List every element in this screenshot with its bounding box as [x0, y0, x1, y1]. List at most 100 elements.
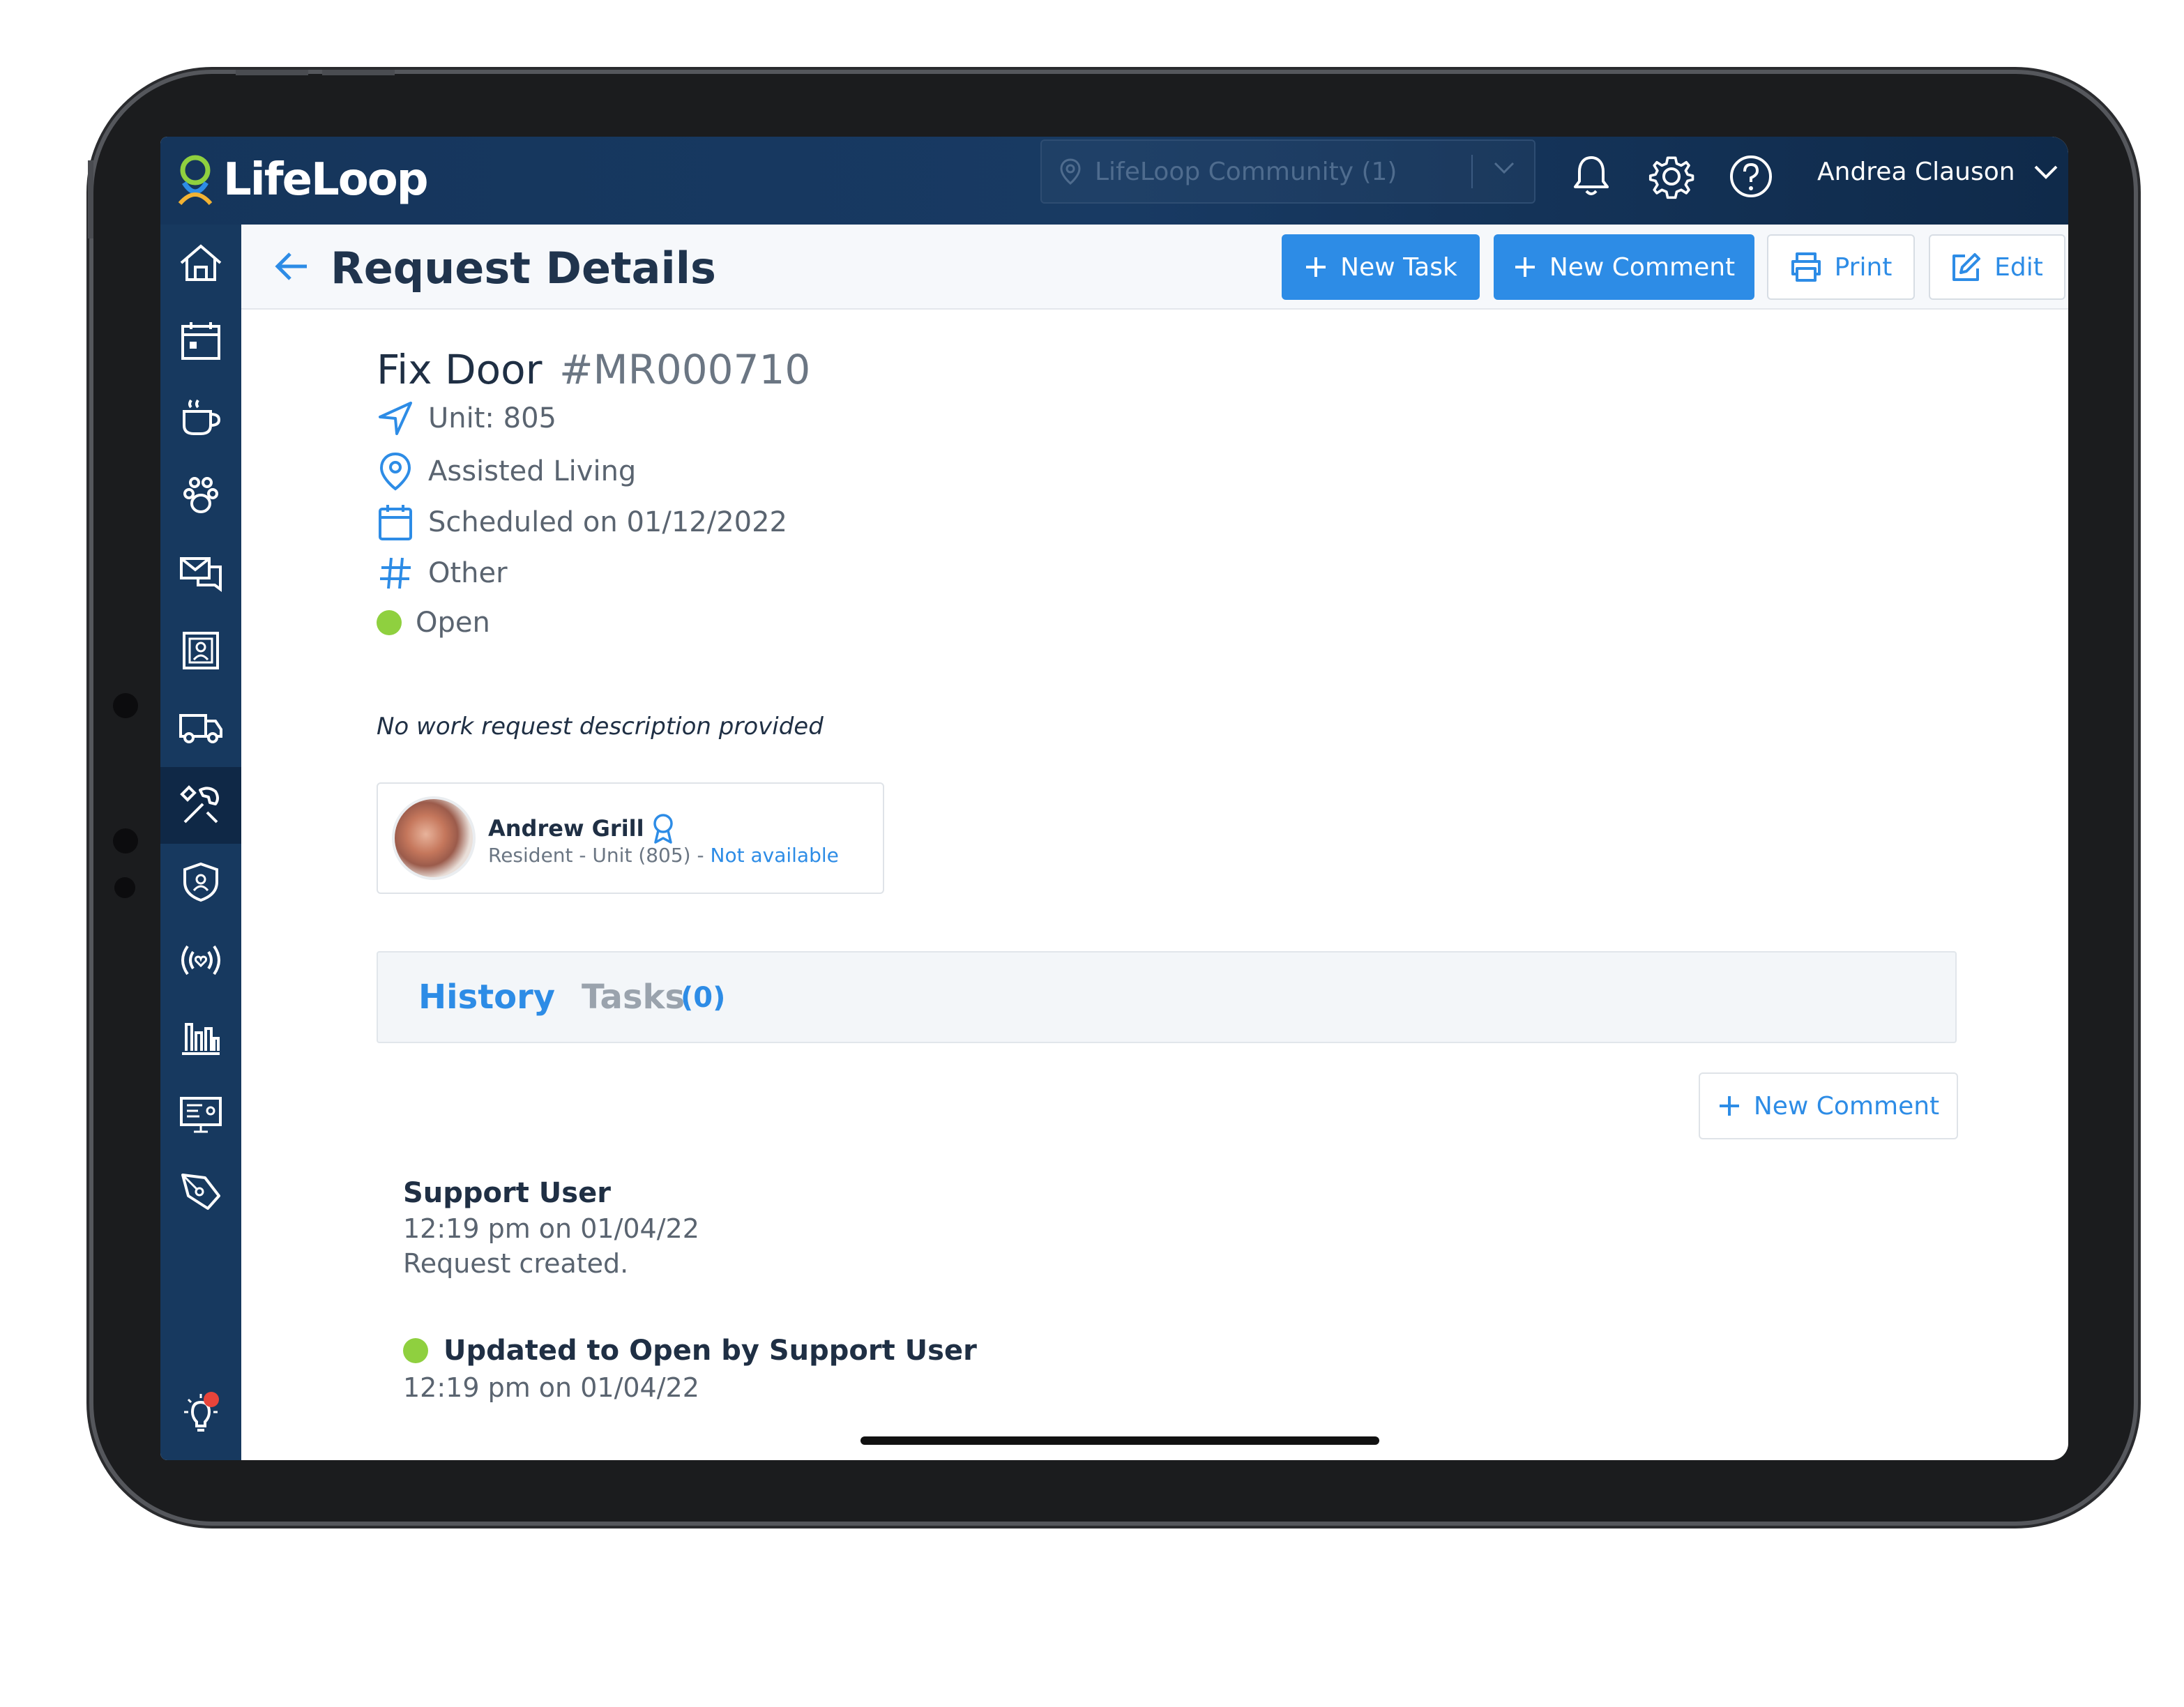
request-status: Open — [377, 607, 490, 639]
request-content: Fix Door #MR000710 Unit: 805 Assisted Li… — [241, 308, 2068, 1460]
plus-icon — [1306, 257, 1326, 277]
tablet-camera-1 — [113, 693, 138, 718]
request-unit: Unit: 805 — [377, 400, 556, 437]
resident-name-text: Andrew Grill — [488, 815, 644, 842]
calendar-icon — [379, 505, 412, 540]
top-bar: LifeLoop LifeLoop Community (1) Andrea C… — [160, 137, 2068, 225]
page-title: Request Details — [331, 243, 716, 294]
sidebar-item-forms[interactable] — [160, 1153, 241, 1230]
sidebar-item-pets[interactable] — [160, 457, 241, 534]
new-comment-button[interactable]: New Comment — [1494, 234, 1754, 300]
signage-icon — [180, 1097, 222, 1133]
gear-icon[interactable] — [1648, 152, 1694, 201]
sidebar-item-dining[interactable] — [160, 379, 241, 456]
community-selector-text: LifeLoop Community (1) — [1095, 157, 1397, 186]
status-open-dot — [403, 1338, 428, 1363]
request-name: Fix Door — [377, 346, 543, 393]
community-selector-divider — [1471, 155, 1473, 188]
bell-icon[interactable] — [1570, 152, 1612, 201]
tablet-camera-2 — [113, 828, 138, 854]
request-id: #MR000710 — [559, 346, 811, 393]
resident-card[interactable]: Andrew Grill Resident - Unit (805) - Not… — [377, 782, 884, 894]
request-unit-text: Unit: 805 — [428, 402, 556, 434]
location-pin-icon — [379, 452, 411, 491]
edit-button[interactable]: Edit — [1929, 234, 2065, 300]
award-ribbon-icon — [653, 814, 673, 844]
lifeloop-logo-icon — [178, 155, 213, 206]
calendar-icon — [181, 322, 220, 360]
new-task-label: New Task — [1340, 252, 1457, 282]
sidebar-item-security[interactable] — [160, 844, 241, 920]
logo-text: LifeLoop — [223, 154, 428, 206]
back-arrow-icon[interactable] — [273, 248, 310, 284]
tablet-camera-3 — [114, 877, 135, 898]
print-label: Print — [1834, 252, 1893, 282]
request-schedule: Scheduled on 01/12/2022 — [377, 503, 787, 541]
new-comment-label: New Comment — [1549, 252, 1736, 282]
navigation-arrow-icon — [379, 402, 412, 435]
status-open-dot — [377, 610, 402, 635]
tab-bar: History Tasks (0) — [377, 951, 1957, 1043]
plus-icon — [1515, 257, 1535, 277]
user-name: Andrea Clauson — [1817, 158, 2015, 186]
hash-icon — [380, 557, 411, 589]
sidebar-item-directory[interactable] — [160, 612, 241, 689]
resident-detail-text: Resident - Unit (805) - — [488, 844, 711, 867]
plus-icon — [1719, 1096, 1739, 1116]
sidebar-item-maintenance[interactable] — [160, 767, 241, 844]
lifeloop-logo[interactable]: LifeLoop — [174, 146, 428, 213]
notification-dot — [204, 1392, 219, 1407]
tab-tasks[interactable]: Tasks — [582, 978, 685, 1017]
printer-icon — [1791, 252, 1821, 282]
home-indicator — [860, 1436, 1379, 1445]
request-location-text: Assisted Living — [428, 455, 637, 487]
tablet-top-button-1 — [236, 70, 308, 75]
app-screen: LifeLoop LifeLoop Community (1) Andrea C… — [160, 137, 2068, 1460]
request-location: Assisted Living — [377, 452, 636, 491]
transport-icon — [179, 714, 222, 743]
edit-icon — [1952, 253, 1981, 281]
history-new-comment-label: New Comment — [1753, 1091, 1940, 1121]
resident-availability-link[interactable]: Not available — [711, 844, 839, 867]
sidebar-item-ideas[interactable] — [160, 1376, 241, 1453]
history-entry-status-text: Updated to Open by Support User — [443, 1335, 977, 1367]
help-icon[interactable] — [1728, 152, 1774, 201]
print-button[interactable]: Print — [1767, 234, 1915, 300]
request-schedule-text: Scheduled on 01/12/2022 — [428, 506, 787, 538]
avatar — [392, 796, 476, 880]
sidebar-item-calendar[interactable] — [160, 303, 241, 379]
coffee-icon — [183, 399, 221, 435]
request-category: Other — [377, 555, 508, 591]
sidebar-item-home[interactable] — [160, 225, 241, 301]
request-title: Fix Door #MR000710 — [377, 346, 810, 393]
directory-icon — [183, 632, 219, 669]
sidebar-item-messages[interactable] — [160, 534, 241, 611]
tab-tasks-count: (0) — [681, 982, 726, 1014]
request-status-text: Open — [416, 607, 490, 639]
history-entry-time: 12:19 pm on 01/04/22 — [403, 1213, 699, 1244]
resident-detail: Resident - Unit (805) - Not available — [488, 844, 839, 867]
sidebar-item-transportation[interactable] — [160, 689, 241, 766]
sidebar-item-reports[interactable] — [160, 999, 241, 1075]
tablet-top-button-2 — [322, 70, 395, 75]
sidebar — [160, 225, 241, 1460]
request-category-text: Other — [428, 557, 508, 589]
page-header: Request Details New Task New Comment Pri… — [241, 225, 2068, 310]
sidebar-item-broadcast[interactable] — [160, 922, 241, 999]
request-description: No work request description provided — [377, 713, 824, 741]
tab-history[interactable]: History — [418, 978, 555, 1017]
user-menu[interactable]: Andrea Clauson — [1817, 158, 2058, 186]
security-icon — [183, 862, 218, 902]
home-icon — [180, 244, 222, 281]
history-entry-time: 12:19 pm on 01/04/22 — [403, 1372, 699, 1403]
paw-icon — [183, 477, 218, 513]
reports-icon — [182, 1023, 220, 1055]
community-selector[interactable]: LifeLoop Community (1) — [1040, 139, 1535, 204]
history-entry-user: Support User — [403, 1177, 611, 1209]
history-new-comment-button[interactable]: New Comment — [1699, 1072, 1958, 1139]
new-task-button[interactable]: New Task — [1282, 234, 1480, 300]
broadcast-icon — [181, 945, 220, 976]
sidebar-item-signage[interactable] — [160, 1077, 241, 1153]
chevron-down-icon — [2034, 165, 2057, 179]
chevron-down-icon — [1494, 162, 1515, 174]
